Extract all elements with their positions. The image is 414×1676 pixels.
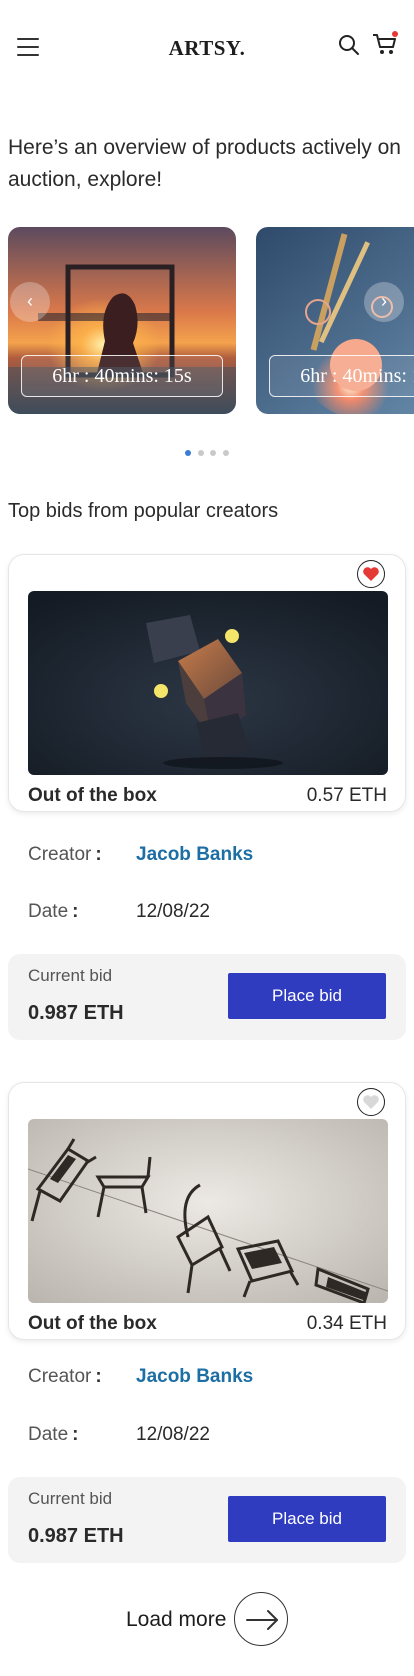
current-bid-label: Current bid bbox=[28, 966, 113, 985]
product-title: Out of the box bbox=[28, 785, 157, 806]
app-header: ARTSY. bbox=[0, 0, 414, 96]
carousel-next-button[interactable]: › bbox=[364, 282, 404, 322]
place-bid-button[interactable]: Place bid bbox=[228, 1496, 386, 1542]
favorite-button[interactable] bbox=[357, 560, 385, 588]
creator-link[interactable]: Jacob Banks bbox=[136, 1366, 253, 1388]
date-label: Date: bbox=[28, 901, 79, 922]
pagination-dot[interactable] bbox=[197, 450, 204, 456]
date-label: Date: bbox=[28, 1424, 79, 1445]
load-more-label: Load more bbox=[126, 1608, 227, 1631]
current-bid-panel: Current bid 0.987 ETH Place bid bbox=[8, 954, 406, 1040]
auction-date: 12/08/22 bbox=[136, 901, 210, 922]
cart-badge bbox=[392, 31, 398, 37]
carousel-slide[interactable]: 6hr : 40mins: 15s ‹ bbox=[8, 227, 236, 414]
intro-text: Here’s an overview of products actively … bbox=[8, 136, 401, 191]
product-card[interactable]: Out of the box 0.57 ETH bbox=[8, 554, 406, 812]
product-price: 0.34 ETH bbox=[306, 1313, 387, 1334]
current-bid-value: 0.987 ETH bbox=[28, 1002, 124, 1024]
search-icon[interactable] bbox=[338, 34, 360, 56]
current-bid-label: Current bid bbox=[28, 1489, 113, 1508]
creator-label: Creator: bbox=[28, 1366, 102, 1387]
product-title: Out of the box bbox=[28, 1313, 157, 1334]
auction-timer: 6hr : 40mins: 15s bbox=[21, 355, 223, 397]
product-card[interactable]: Out of the box 0.34 ETH bbox=[8, 1082, 406, 1340]
section-title: Top bids from popular creators bbox=[8, 500, 279, 522]
product-price: 0.57 ETH bbox=[306, 785, 387, 806]
current-bid-panel: Current bid 0.987 ETH Place bid bbox=[8, 1477, 406, 1563]
carousel-prev-button[interactable]: ‹ bbox=[10, 282, 50, 322]
favorite-button[interactable] bbox=[357, 1088, 385, 1116]
product-image[interactable] bbox=[28, 591, 388, 775]
arrow-right-icon[interactable] bbox=[234, 1592, 288, 1646]
current-bid-value: 0.987 ETH bbox=[28, 1525, 124, 1547]
auction-carousel[interactable]: 6hr : 40mins: 15s ‹ 6hr: 40mins: › bbox=[0, 227, 414, 415]
heart-icon bbox=[363, 1095, 379, 1109]
pagination-dot[interactable] bbox=[185, 450, 192, 456]
pagination-dot[interactable] bbox=[222, 450, 229, 456]
auction-date: 12/08/22 bbox=[136, 1424, 210, 1445]
carousel-slide[interactable]: 6hr : 40mins: 15s › bbox=[256, 227, 414, 414]
auction-timer: 6hr : 40mins: 15s bbox=[269, 355, 414, 397]
heart-icon bbox=[363, 567, 379, 581]
pagination-dot[interactable] bbox=[210, 450, 217, 456]
creator-link[interactable]: Jacob Banks bbox=[136, 844, 253, 866]
creator-label: Creator: bbox=[28, 844, 102, 865]
carousel-pagination bbox=[0, 443, 414, 456]
product-image[interactable] bbox=[28, 1119, 388, 1303]
place-bid-button[interactable]: Place bid bbox=[228, 973, 386, 1019]
